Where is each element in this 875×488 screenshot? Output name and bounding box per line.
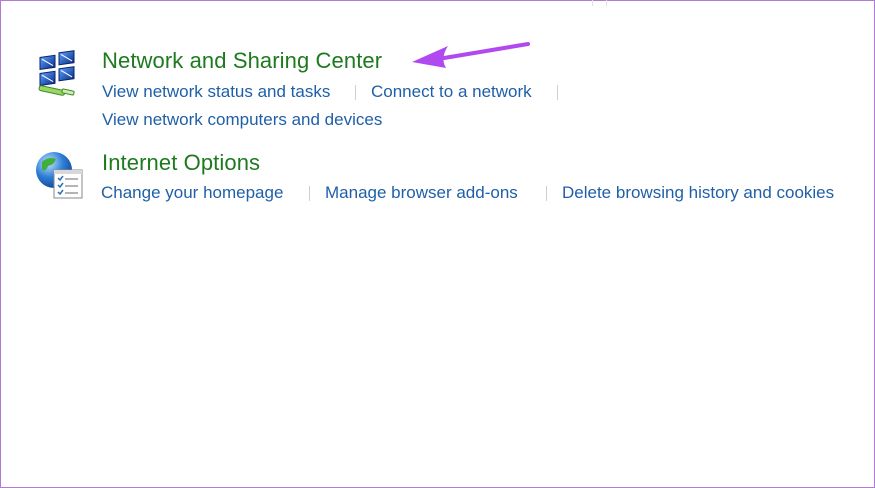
link-separator bbox=[309, 186, 310, 201]
network-and-sharing-center-link[interactable]: Network and Sharing Center bbox=[102, 48, 382, 74]
annotation-arrow-icon bbox=[408, 38, 533, 83]
network-icon[interactable] bbox=[36, 50, 80, 103]
view-network-computers-link[interactable]: View network computers and devices bbox=[102, 110, 382, 130]
connect-to-network-link[interactable]: Connect to a network bbox=[371, 82, 532, 102]
toolbar-divider bbox=[592, 0, 593, 6]
internet-options-link[interactable]: Internet Options bbox=[102, 150, 260, 176]
toolbar-divider bbox=[606, 0, 607, 6]
view-network-status-link[interactable]: View network status and tasks bbox=[102, 82, 330, 102]
link-separator bbox=[355, 85, 356, 100]
manage-add-ons-link[interactable]: Manage browser add-ons bbox=[325, 183, 518, 203]
internet-options-icon[interactable] bbox=[34, 150, 84, 205]
link-separator bbox=[546, 186, 547, 201]
link-separator bbox=[557, 85, 558, 100]
delete-browsing-history-link[interactable]: Delete browsing history and cookies bbox=[562, 183, 834, 203]
change-homepage-link[interactable]: Change your homepage bbox=[101, 183, 283, 203]
